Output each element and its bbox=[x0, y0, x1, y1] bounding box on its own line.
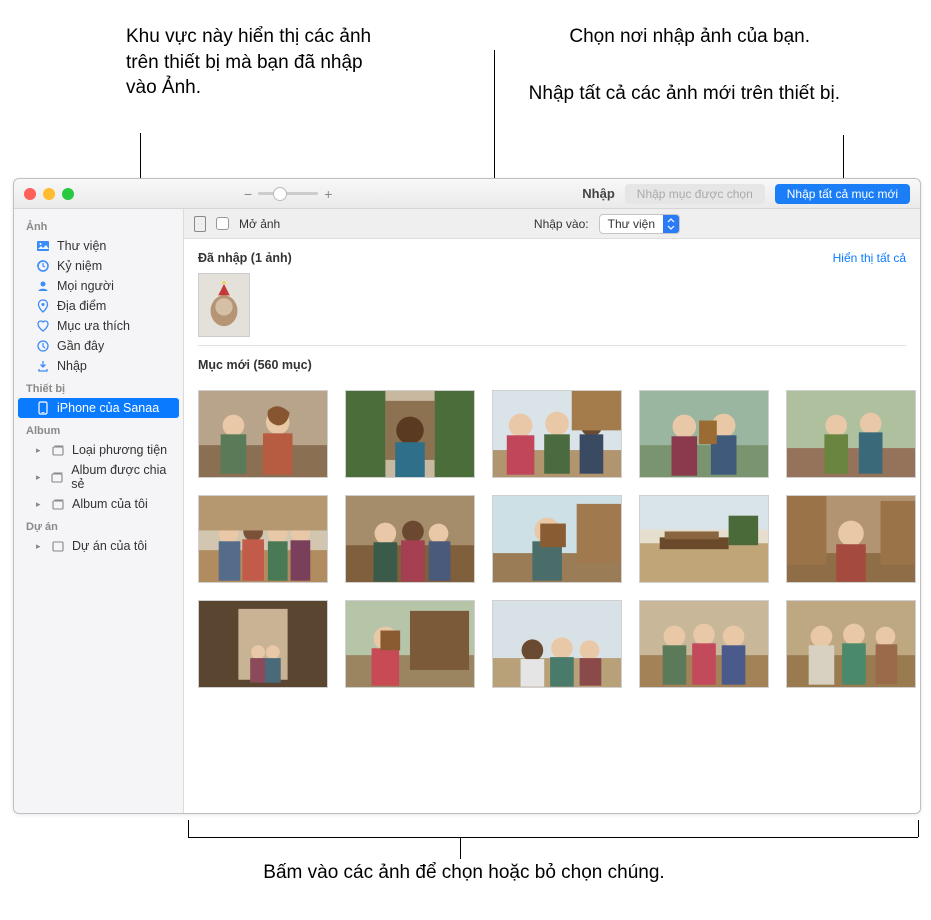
import-all-new-button[interactable]: Nhập tất cả mục mới bbox=[775, 184, 910, 204]
iphone-icon bbox=[36, 401, 50, 415]
people-icon bbox=[36, 279, 50, 293]
memories-icon bbox=[36, 259, 50, 273]
sidebar-item-label: Album của tôi bbox=[72, 497, 148, 511]
media-types-icon bbox=[51, 443, 65, 457]
close-window-button[interactable] bbox=[24, 188, 36, 200]
sidebar-item-recent[interactable]: Gần đây bbox=[14, 336, 183, 356]
photo-thumbnail[interactable] bbox=[198, 273, 250, 337]
callout-import-all-new: Nhập tất cả các ảnh mới trên thiết bị. bbox=[420, 81, 840, 107]
new-items-title: Mục mới (560 mục) bbox=[198, 358, 312, 372]
sidebar-item-label: Thư viện bbox=[57, 239, 106, 253]
zoom-in-icon[interactable]: + bbox=[324, 186, 332, 202]
import-scroll-area[interactable]: Đã nhập (1 ảnh) Hiển thị tất cả Mục mới … bbox=[184, 239, 920, 813]
zoom-window-button[interactable] bbox=[62, 188, 74, 200]
photo-thumbnail[interactable] bbox=[639, 495, 769, 583]
sidebar-item-label: Dự án của tôi bbox=[72, 539, 147, 553]
sidebar-item-my-albums[interactable]: ▸ Album của tôi bbox=[14, 494, 183, 514]
photo-thumbnail[interactable] bbox=[198, 390, 328, 478]
toolbar-title: Nhập bbox=[582, 186, 615, 201]
chevron-right-icon[interactable]: ▸ bbox=[36, 541, 44, 552]
sidebar-item-label: Album được chia sẻ bbox=[71, 463, 173, 491]
photo-thumbnail[interactable] bbox=[345, 495, 475, 583]
places-icon bbox=[36, 299, 50, 313]
photos-app-window: − + Nhập Nhập mục được chọn Nhập tất cả … bbox=[13, 178, 921, 814]
select-all-checkbox[interactable] bbox=[216, 217, 229, 230]
sidebar-item-label: Gần đây bbox=[57, 339, 104, 353]
sidebar-item-label: Kỷ niệm bbox=[57, 259, 102, 273]
show-all-link[interactable]: Hiển thị tất cả bbox=[833, 251, 906, 265]
chevron-right-icon[interactable]: ▸ bbox=[36, 472, 43, 483]
sidebar-item-people[interactable]: Mọi người bbox=[14, 276, 183, 296]
sidebar-item-label: Mục ưa thích bbox=[57, 319, 130, 333]
window-controls bbox=[24, 188, 74, 200]
imported-title: Đã nhập (1 ảnh) bbox=[198, 251, 292, 265]
callout-click-to-select: Bấm vào các ảnh để chọn hoặc bỏ chọn chú… bbox=[194, 860, 734, 886]
chevron-right-icon[interactable]: ▸ bbox=[36, 445, 44, 456]
sidebar-section-albums: Album bbox=[14, 418, 183, 440]
photo-thumbnail[interactable] bbox=[786, 600, 916, 688]
sidebar: Ảnh Thư viện Kỷ niệm Mọi người bbox=[14, 209, 184, 813]
photo-thumbnail[interactable] bbox=[639, 600, 769, 688]
sidebar-item-label: Loại phương tiện bbox=[72, 443, 167, 457]
photo-thumbnail[interactable] bbox=[492, 495, 622, 583]
thumbnail-zoom: − + bbox=[244, 186, 332, 202]
my-albums-icon bbox=[51, 497, 65, 511]
sidebar-item-import[interactable]: Nhập bbox=[14, 356, 183, 376]
photo-thumbnail[interactable] bbox=[492, 600, 622, 688]
sidebar-item-memories[interactable]: Kỷ niệm bbox=[14, 256, 183, 276]
sidebar-item-device[interactable]: iPhone của Sanaa bbox=[18, 398, 179, 418]
zoom-slider[interactable] bbox=[258, 192, 318, 195]
options-bar: Mở ảnh Nhập vào: Thư viện bbox=[184, 209, 920, 239]
select-arrows-icon bbox=[663, 215, 679, 233]
photo-thumbnail[interactable] bbox=[198, 600, 328, 688]
photo-thumbnail[interactable] bbox=[786, 495, 916, 583]
projects-icon bbox=[51, 539, 65, 553]
sidebar-item-label: Nhập bbox=[57, 359, 87, 373]
new-items-grid bbox=[198, 380, 906, 688]
sidebar-item-label: Địa điểm bbox=[57, 299, 106, 313]
minimize-window-button[interactable] bbox=[43, 188, 55, 200]
imported-thumbnails bbox=[198, 273, 906, 337]
clock-icon bbox=[36, 339, 50, 353]
zoom-out-icon[interactable]: − bbox=[244, 186, 252, 202]
library-icon bbox=[36, 239, 50, 253]
download-icon bbox=[36, 359, 50, 373]
open-photo-label[interactable]: Mở ảnh bbox=[239, 217, 280, 231]
sidebar-section-photos: Ảnh bbox=[14, 214, 183, 236]
sidebar-item-favorites[interactable]: Mục ưa thích bbox=[14, 316, 183, 336]
photo-thumbnail[interactable] bbox=[198, 495, 328, 583]
sidebar-item-label: iPhone của Sanaa bbox=[57, 401, 159, 415]
device-icon bbox=[194, 216, 206, 232]
callout-choose-dest: Chọn nơi nhập ảnh của bạn. bbox=[490, 24, 810, 50]
sidebar-item-shared-albums[interactable]: ▸ Album được chia sẻ bbox=[14, 460, 183, 494]
sidebar-item-my-projects[interactable]: ▸ Dự án của tôi bbox=[14, 536, 183, 556]
photo-thumbnail[interactable] bbox=[786, 390, 916, 478]
photo-thumbnail[interactable] bbox=[345, 390, 475, 478]
sidebar-item-library[interactable]: Thư viện bbox=[14, 236, 183, 256]
import-destination-select[interactable]: Thư viện bbox=[599, 214, 680, 234]
shared-albums-icon bbox=[50, 470, 64, 484]
photo-thumbnail[interactable] bbox=[639, 390, 769, 478]
photo-thumbnail[interactable] bbox=[345, 600, 475, 688]
imported-section-header: Đã nhập (1 ảnh) Hiển thị tất cả bbox=[198, 239, 906, 273]
sidebar-section-projects: Dự án bbox=[14, 514, 183, 536]
callout-imported-area: Khu vực này hiển thị các ảnh trên thiết … bbox=[126, 24, 386, 101]
window-titlebar: − + Nhập Nhập mục được chọn Nhập tất cả … bbox=[14, 179, 920, 209]
photo-thumbnail[interactable] bbox=[492, 390, 622, 478]
heart-icon bbox=[36, 319, 50, 333]
import-selected-button[interactable]: Nhập mục được chọn bbox=[625, 184, 765, 204]
main-content: Mở ảnh Nhập vào: Thư viện Đã nhập (1 ảnh… bbox=[184, 209, 920, 813]
select-value: Thư viện bbox=[600, 217, 663, 231]
import-to-label: Nhập vào: bbox=[534, 217, 589, 231]
sidebar-item-media-types[interactable]: ▸ Loại phương tiện bbox=[14, 440, 183, 460]
sidebar-item-places[interactable]: Địa điểm bbox=[14, 296, 183, 316]
sidebar-item-label: Mọi người bbox=[57, 279, 114, 293]
chevron-right-icon[interactable]: ▸ bbox=[36, 499, 44, 510]
new-items-section-header: Mục mới (560 mục) bbox=[198, 346, 906, 380]
sidebar-section-devices: Thiết bị bbox=[14, 376, 183, 398]
